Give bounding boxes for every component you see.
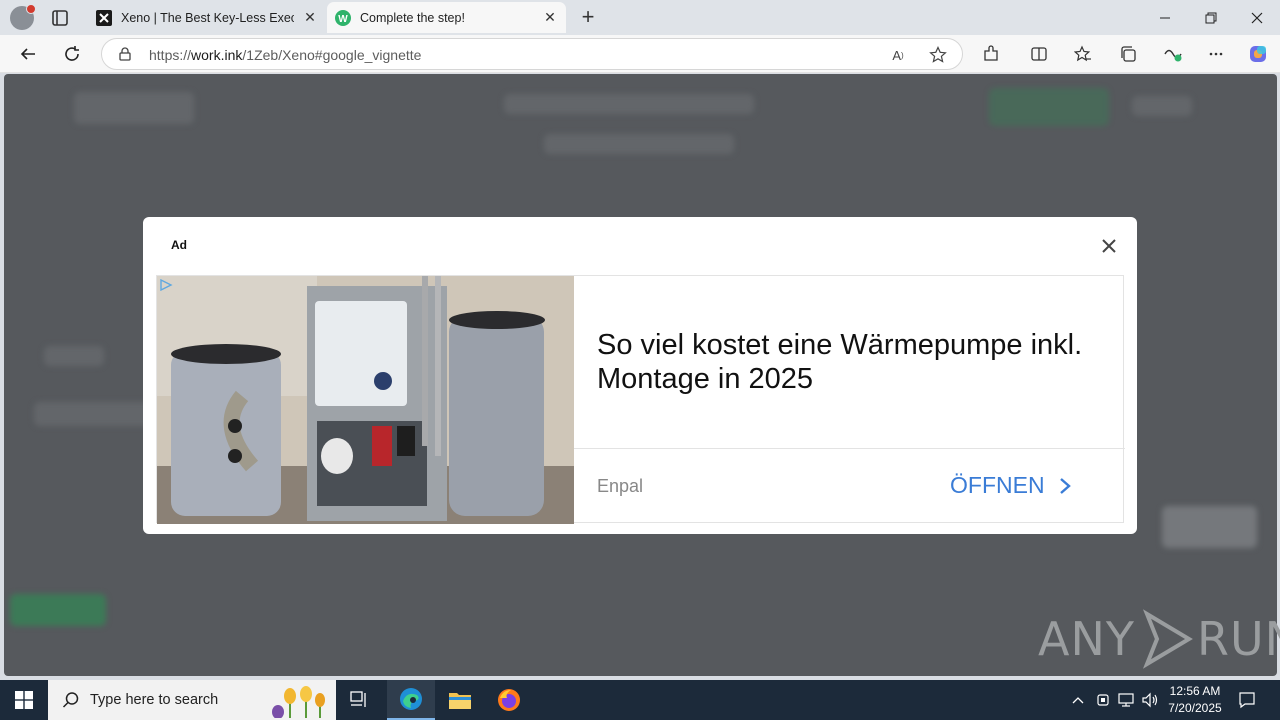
back-icon[interactable]	[16, 42, 40, 66]
refresh-icon[interactable]	[60, 42, 84, 66]
ad-dialog: Ad So viel kostet eine Wärmepumpe inkl. …	[143, 217, 1137, 534]
blurred-header-button	[989, 88, 1109, 126]
firefox-icon[interactable]	[485, 680, 533, 720]
adchoices-icon[interactable]	[159, 278, 173, 292]
copilot-icon[interactable]	[1247, 43, 1269, 65]
minimize-icon[interactable]	[1142, 0, 1188, 35]
taskbar-search-box[interactable]: Type here to search	[48, 680, 336, 720]
tab-title: Complete the step!	[360, 10, 465, 25]
ad-headline[interactable]: So viel kostet eine Wärmepumpe inkl. Mon…	[597, 328, 1097, 396]
windows-start-icon[interactable]	[0, 680, 48, 720]
split-screen-icon[interactable]	[1028, 43, 1050, 65]
search-icon	[62, 691, 80, 709]
play-logo-icon	[1142, 609, 1193, 669]
browser-toolbar: https://work.ink/1Zeb/Xeno#google_vignet…	[0, 35, 1280, 73]
tab-xeno[interactable]: Xeno | The Best Key-Less Executor ✕	[88, 2, 326, 33]
url-text[interactable]: https://work.ink/1Zeb/Xeno#google_vignet…	[149, 47, 421, 63]
url-prefix: https://	[149, 47, 192, 63]
lock-icon[interactable]	[118, 47, 132, 61]
extensions-icon[interactable]	[980, 43, 1002, 65]
network-icon[interactable]	[1117, 691, 1135, 709]
tab-actions-icon[interactable]	[50, 8, 70, 28]
blurred-header-link	[1132, 96, 1192, 116]
url-host: work.ink	[191, 47, 243, 63]
new-tab-button[interactable]: +	[577, 4, 599, 29]
search-highlight-tulips-icon	[270, 682, 334, 720]
system-clock[interactable]: 12:56 AM 7/20/2025	[1160, 683, 1230, 717]
favorite-star-icon[interactable]	[928, 45, 948, 65]
restore-icon[interactable]	[1188, 0, 1234, 35]
blurred-sidebar-text	[34, 402, 154, 426]
ad-image[interactable]	[157, 276, 574, 524]
workink-w-icon: W	[335, 9, 351, 26]
blurred-button	[1162, 506, 1257, 548]
ad-open-label: ÖFFNEN	[950, 472, 1045, 498]
blurred-header-text	[544, 134, 734, 154]
tab-complete-step[interactable]: W Complete the step! ✕	[327, 2, 566, 33]
tab-title: Xeno | The Best Key-Less Executor	[121, 10, 294, 25]
address-bar[interactable]: https://work.ink/1Zeb/Xeno#google_vignet…	[101, 38, 963, 70]
taskbar: Type here to search 12:56 AM 7/20/2025	[0, 680, 1280, 720]
ad-card[interactable]: So viel kostet eine Wärmepumpe inkl. Mon…	[156, 275, 1125, 524]
profile-avatar[interactable]	[10, 4, 36, 30]
favorites-icon[interactable]	[1072, 43, 1094, 65]
collections-icon[interactable]	[1117, 43, 1139, 65]
ad-divider	[574, 448, 1125, 449]
anyrun-watermark: ANY RUN	[1038, 608, 1280, 670]
more-options-icon[interactable]	[1205, 43, 1227, 65]
chevron-right-icon	[1059, 477, 1071, 494]
edge-browser-icon[interactable]	[387, 680, 435, 720]
url-path: /1Zeb/Xeno#google_vignette	[242, 47, 422, 63]
tab-strip: Xeno | The Best Key-Less Executor ✕ W Co…	[0, 0, 1280, 35]
watermark-text-right: RUN	[1196, 612, 1280, 666]
file-explorer-icon[interactable]	[436, 680, 484, 720]
blurred-logo	[74, 92, 194, 124]
blurred-header-text	[504, 94, 754, 114]
tab-close-icon[interactable]: ✕	[301, 9, 319, 27]
ad-label: Ad	[171, 238, 187, 252]
close-window-icon[interactable]	[1234, 0, 1280, 35]
read-aloud-icon[interactable]: A)	[888, 45, 908, 65]
watermark-text-left: ANY	[1038, 612, 1135, 666]
ad-open-button[interactable]: ÖFFNEN	[950, 472, 1071, 499]
close-ad-icon[interactable]	[1098, 235, 1120, 257]
chevron-up-icon[interactable]	[1069, 691, 1087, 709]
svg-text:W: W	[338, 14, 348, 25]
clock-time: 12:56 AM	[1169, 684, 1221, 698]
xeno-logo-icon	[96, 9, 112, 26]
performance-icon[interactable]	[1162, 43, 1184, 65]
ad-advertiser[interactable]: Enpal	[597, 476, 643, 497]
notifications-icon[interactable]	[1238, 691, 1256, 709]
tab-close-icon[interactable]: ✕	[541, 9, 559, 27]
task-view-icon[interactable]	[336, 680, 384, 720]
search-placeholder: Type here to search	[90, 692, 219, 708]
clock-date: 7/20/2025	[1168, 701, 1222, 715]
blurred-sidebar-text	[44, 346, 104, 366]
blurred-green-button	[10, 594, 106, 626]
device-icon[interactable]	[1094, 691, 1112, 709]
volume-icon[interactable]	[1141, 691, 1159, 709]
